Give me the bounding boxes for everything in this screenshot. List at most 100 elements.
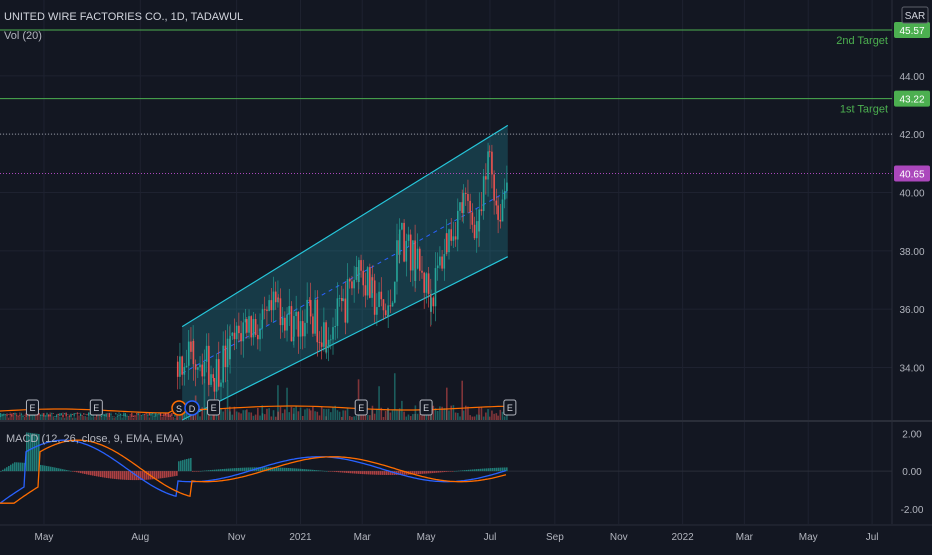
- macd-histogram-bar-233: [466, 469, 468, 472]
- candle-53: [84, 413, 86, 415]
- macd-histogram-bar-31: [62, 469, 64, 472]
- volume-bar-152: [259, 415, 261, 420]
- volume-bar-6: [8, 417, 10, 420]
- candle-170: [295, 311, 297, 317]
- candle-158: [272, 291, 275, 311]
- macd-histogram-bar-40: [80, 471, 82, 474]
- macd-histogram-bar-34: [68, 470, 70, 472]
- volume-bar-260: [473, 416, 476, 420]
- volume-bar-70: [110, 412, 112, 420]
- macd-histogram-bar-32: [64, 469, 66, 472]
- macd-histogram-bar-90: [180, 460, 182, 472]
- price-tick-1: 42.00: [899, 130, 924, 141]
- macd-histogram-bar-29: [58, 468, 60, 472]
- volume-bar-108: [171, 416, 173, 420]
- candle-252: [459, 202, 461, 211]
- macd-histogram-bar-111: [222, 469, 224, 472]
- chart-svg[interactable]: 2nd Target 1st Target E E E E E E S D 45.57 43.22…: [0, 0, 932, 550]
- candle-188: [332, 327, 334, 340]
- candle-205: [366, 267, 369, 296]
- candle-114: [183, 366, 186, 375]
- macd-histogram-bar-97: [194, 471, 196, 472]
- macd-histogram-bar-144: [288, 468, 290, 472]
- time-tick-3: 2021: [289, 532, 312, 543]
- macd-histogram-bar-119: [238, 467, 240, 472]
- candle-189: [334, 326, 337, 328]
- macd-histogram-bar-148: [296, 468, 298, 472]
- volume-bar-261: [475, 414, 478, 420]
- candle-25: [40, 414, 42, 416]
- macd-histogram-bar-184: [368, 471, 370, 475]
- candle-180: [316, 299, 319, 343]
- candle-149: [254, 319, 257, 335]
- macd-histogram-bar-147: [294, 468, 296, 472]
- macd-histogram-bar-51: [102, 471, 104, 478]
- macd-histogram-bar-115: [230, 468, 232, 472]
- macd-histogram-bar-53: [106, 471, 108, 478]
- macd-histogram-bar-20: [40, 464, 42, 472]
- volume-bar-71: [112, 417, 114, 420]
- volume-bar-196: [346, 407, 349, 420]
- candle-235: [425, 273, 428, 293]
- volume-bar-184: [323, 408, 325, 420]
- candle-183: [323, 322, 325, 347]
- candle-35: [56, 414, 58, 418]
- candle-27: [43, 413, 45, 417]
- macd-histogram-bar-189: [378, 471, 380, 475]
- macd-histogram-bar-165: [330, 471, 332, 472]
- candle-77: [123, 413, 125, 417]
- volume-bar-265: [482, 416, 485, 420]
- candle-186: [327, 339, 330, 349]
- volume-bar-226: [405, 416, 408, 420]
- volume-bar-44: [68, 414, 70, 420]
- candle-121: [197, 367, 199, 370]
- candle-88: [140, 415, 142, 416]
- candle-175: [306, 299, 308, 323]
- candle-46: [73, 413, 75, 417]
- volume-bar-188: [330, 412, 332, 420]
- macd-histogram-bar-236: [472, 469, 474, 472]
- candle-93: [148, 412, 150, 416]
- candle-162: [279, 298, 282, 326]
- volume-bar-29: [44, 417, 46, 420]
- candle-80: [128, 416, 130, 417]
- macd-histogram-bar-163: [326, 471, 328, 472]
- volume-bar-159: [272, 410, 275, 420]
- macd-histogram-bar-229: [458, 470, 460, 472]
- macd-histogram-bar-155: [310, 469, 312, 472]
- price-chart[interactable]: 2nd Target 1st Target E E E E E E SD 45.57 43.22…: [0, 0, 932, 550]
- price-tick-0: 44.00: [899, 72, 924, 83]
- candle-202: [360, 260, 362, 271]
- candle-74: [118, 415, 120, 417]
- macd-histogram-bar-109: [218, 469, 220, 472]
- candle-263: [480, 209, 483, 212]
- volume-bar-158: [270, 416, 273, 420]
- candle-45: [72, 413, 74, 415]
- candle-259: [473, 224, 476, 239]
- macd-histogram-bar-58: [116, 471, 118, 480]
- volume-bar-170: [293, 407, 295, 420]
- macd-histogram-bar-228: [456, 470, 458, 472]
- candle-166: [288, 306, 291, 315]
- macd-histogram-bar-91: [182, 460, 184, 472]
- volume-bar-257: [467, 406, 469, 420]
- macd-histogram-bar-154: [308, 469, 310, 472]
- macd-histogram-bar-42: [84, 471, 86, 474]
- volume-bar-179: [312, 406, 314, 420]
- candle-219: [393, 281, 396, 303]
- candle-6: [9, 414, 11, 416]
- volume-bar-192: [338, 411, 341, 420]
- candle-270: [495, 200, 498, 206]
- macd-histogram-bar-21: [42, 465, 44, 472]
- macd-histogram-bar-36: [72, 471, 74, 472]
- volume-bar-264: [480, 406, 483, 420]
- volume-bar-52: [81, 415, 83, 420]
- candle-216: [387, 305, 389, 317]
- macd-histogram-bar-24: [48, 466, 50, 472]
- candle-265: [485, 176, 487, 180]
- time-tick-4: Mar: [354, 532, 372, 543]
- volume-bar-164: [281, 413, 284, 420]
- candle-172: [299, 321, 302, 337]
- candle-75: [120, 414, 122, 416]
- macd-histogram-bar-247: [494, 467, 496, 472]
